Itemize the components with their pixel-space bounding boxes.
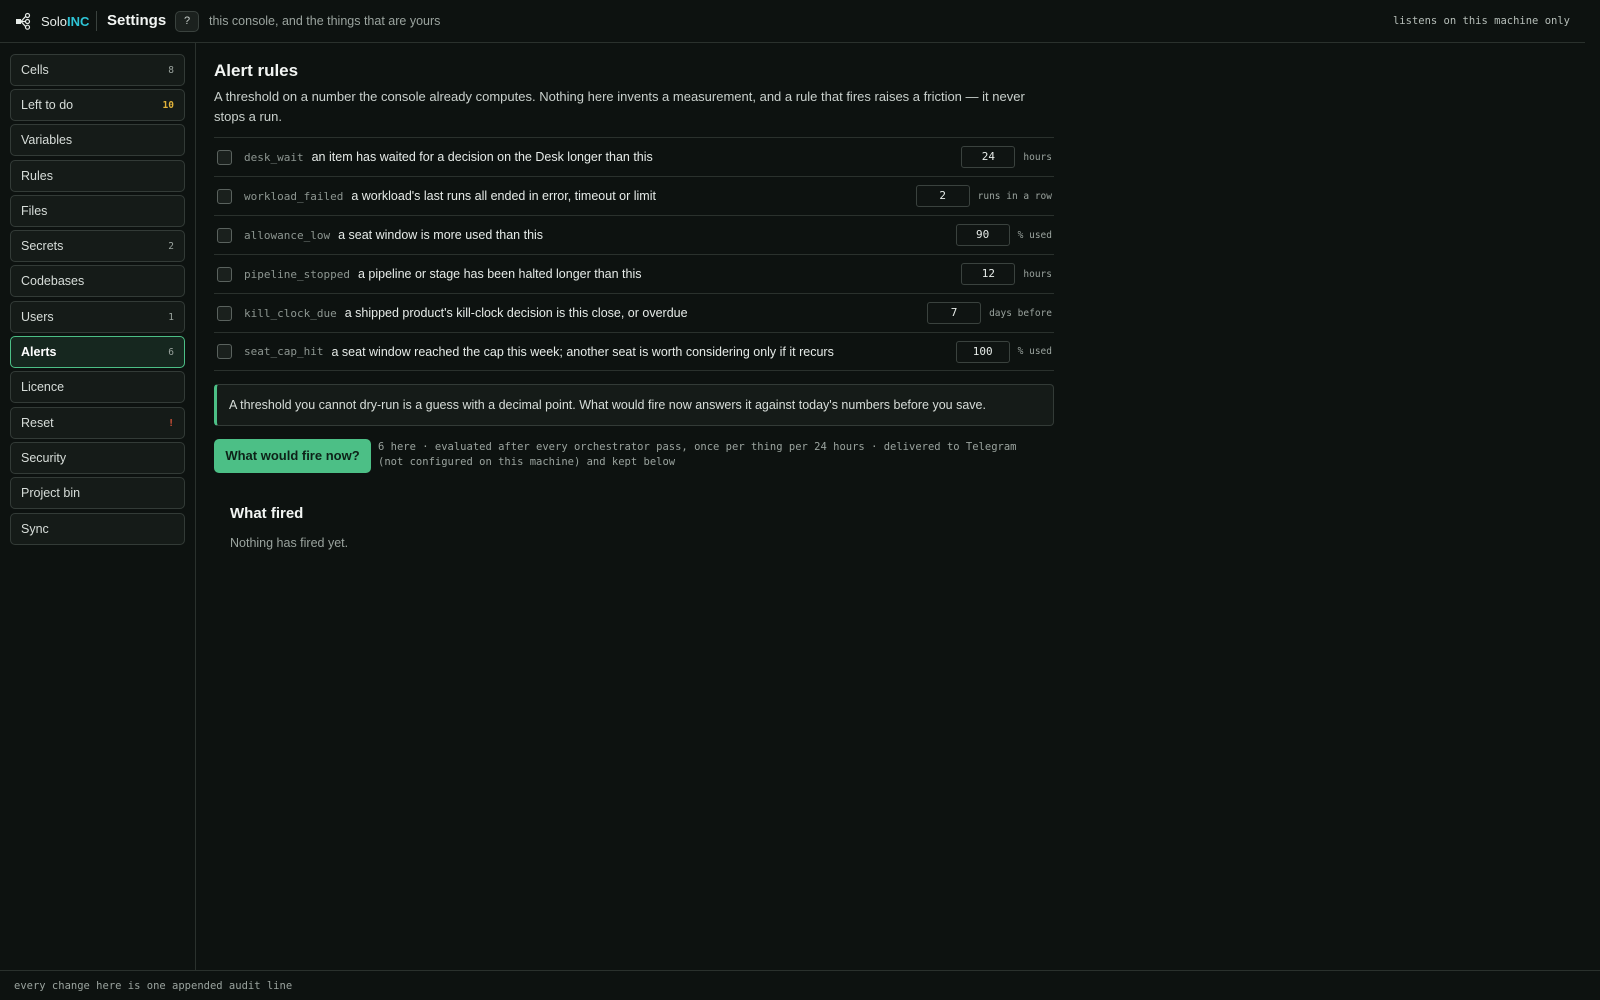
rule-key: kill_clock_due bbox=[244, 306, 337, 320]
rule-row-allowance-low: allowance_low a seat window is more used… bbox=[214, 215, 1054, 254]
rule-row-seat-cap-hit: seat_cap_hit a seat window reached the c… bbox=[214, 332, 1054, 371]
sidebar-item-label: Alerts bbox=[21, 345, 57, 359]
rule-threshold-input[interactable]: 2 bbox=[915, 185, 970, 207]
rule-unit: hours bbox=[1023, 268, 1052, 280]
rule-key: workload_failed bbox=[244, 189, 344, 203]
sidebar-item-label: Cells bbox=[21, 63, 49, 77]
rule-threshold-input[interactable]: 100 bbox=[955, 340, 1010, 363]
listen-note: listens on this machine only bbox=[1392, 15, 1570, 27]
rule-checkbox[interactable] bbox=[217, 305, 232, 321]
rule-threshold-input[interactable]: 7 bbox=[927, 302, 982, 324]
sidebar-item-label: Codebases bbox=[21, 274, 85, 288]
rule-checkbox[interactable] bbox=[217, 266, 232, 282]
rule-key: seat_cap_hit bbox=[244, 345, 324, 358]
section-title: Alert rules bbox=[214, 61, 299, 80]
sidebar-item-sync[interactable]: Sync bbox=[10, 513, 185, 545]
sidebar-item-label: Left to do bbox=[21, 98, 74, 112]
rule-unit: % used bbox=[1017, 346, 1052, 357]
fired-section-title: What fired bbox=[230, 505, 304, 522]
rule-unit: runs in a row bbox=[977, 190, 1052, 202]
sidebar-item-label: Files bbox=[21, 204, 48, 218]
sidebar-item-label: Reset bbox=[21, 416, 54, 430]
what-would-fire-button[interactable]: What would fire now? bbox=[214, 439, 371, 473]
sidebar-item-count: 1 bbox=[168, 311, 174, 323]
alert-rules-list: desk_wait an item has waited for a decis… bbox=[214, 137, 1054, 371]
sidebar-item-label: Secrets bbox=[21, 239, 64, 253]
rule-unit: hours bbox=[1023, 151, 1052, 163]
sidebar-item-project-bin[interactable]: Project bin bbox=[10, 477, 185, 509]
section-description: A threshold on a number the console alre… bbox=[214, 89, 1025, 124]
sidebar-item-label: Sync bbox=[21, 522, 49, 536]
top-bar: SoloINC Settings ? this console, and the… bbox=[0, 0, 1585, 43]
sidebar-item-alerts[interactable]: Alerts 6 bbox=[10, 336, 185, 368]
rule-checkbox[interactable] bbox=[217, 188, 232, 204]
rule-key: allowance_low bbox=[244, 228, 331, 242]
page-title: Settings bbox=[107, 12, 167, 29]
rule-unit: % used bbox=[1017, 229, 1052, 241]
rule-description: a seat window reached the cap this week;… bbox=[331, 344, 834, 359]
sidebar-item-variables[interactable]: Variables bbox=[10, 124, 185, 156]
callout-text: A threshold you cannot dry-run is a gues… bbox=[229, 398, 986, 412]
sidebar-item-label: Project bin bbox=[21, 486, 81, 500]
sidebar-item-count: 8 bbox=[168, 64, 174, 76]
rule-checkbox[interactable] bbox=[217, 149, 232, 165]
rule-checkbox[interactable] bbox=[217, 227, 232, 243]
rule-description: a shipped product's kill-clock decision … bbox=[344, 306, 688, 320]
page-tagline: this console, and the things that are yo… bbox=[209, 14, 441, 28]
rule-threshold-input[interactable]: 12 bbox=[961, 263, 1016, 285]
sidebar-item-security[interactable]: Security bbox=[10, 442, 185, 474]
sidebar-item-label: Licence bbox=[21, 380, 65, 394]
sidebar-item-licence[interactable]: Licence bbox=[10, 371, 185, 403]
brand-name: SoloINC bbox=[41, 14, 89, 29]
rule-checkbox[interactable] bbox=[217, 344, 232, 359]
audit-note: every change here is one appended audit … bbox=[14, 980, 293, 992]
rule-threshold-input[interactable]: 90 bbox=[955, 224, 1010, 246]
brand-inc: INC bbox=[67, 14, 90, 29]
rule-row-desk-wait: desk_wait an item has waited for a decis… bbox=[214, 137, 1054, 176]
fire-note: 6 here · evaluated after every orchestra… bbox=[378, 441, 1017, 468]
sidebar-item-count: 10 bbox=[162, 99, 174, 111]
sidebar-item-reset[interactable]: Reset ! bbox=[10, 407, 185, 439]
sidebar-item-count: 6 bbox=[168, 346, 174, 358]
rule-unit: days before bbox=[989, 307, 1052, 319]
dry-run-callout: A threshold you cannot dry-run is a gues… bbox=[214, 384, 1054, 426]
logo-icon bbox=[16, 12, 31, 30]
brand-solo: Solo bbox=[41, 14, 68, 29]
rule-description: a workload's last runs all ended in erro… bbox=[351, 189, 656, 203]
sidebar-item-count: 2 bbox=[168, 240, 174, 252]
fired-empty-state: Nothing has fired yet. bbox=[230, 536, 349, 550]
rule-key: desk_wait bbox=[244, 150, 304, 164]
rule-row-pipeline-stopped: pipeline_stopped a pipeline or stage has… bbox=[214, 254, 1054, 293]
sidebar-item-users[interactable]: Users 1 bbox=[10, 301, 185, 333]
sidebar-item-label: Rules bbox=[21, 169, 53, 183]
sidebar-item-label: Variables bbox=[21, 133, 73, 147]
sidebar: Cells 8 Left to do 10 Variables Rules Fi… bbox=[0, 43, 196, 971]
help-button[interactable]: ? bbox=[175, 11, 199, 32]
sidebar-item-secrets[interactable]: Secrets 2 bbox=[10, 230, 185, 262]
sidebar-item-files[interactable]: Files bbox=[10, 195, 185, 227]
rule-row-kill-clock-due: kill_clock_due a shipped product's kill-… bbox=[214, 293, 1054, 332]
sidebar-item-codebases[interactable]: Codebases bbox=[10, 265, 185, 297]
footer: every change here is one appended audit … bbox=[0, 970, 1600, 1000]
rule-key: pipeline_stopped bbox=[244, 267, 350, 281]
rule-description: a pipeline or stage has been halted long… bbox=[357, 267, 642, 281]
rule-description: a seat window is more used than this bbox=[338, 228, 544, 242]
header-divider bbox=[96, 11, 97, 31]
rule-description: an item has waited for a decision on the… bbox=[311, 150, 653, 164]
sidebar-item-left-to-do[interactable]: Left to do 10 bbox=[10, 89, 185, 121]
sidebar-item-count: ! bbox=[168, 417, 174, 429]
sidebar-item-label: Security bbox=[21, 451, 67, 465]
rule-threshold-input[interactable]: 24 bbox=[961, 146, 1016, 168]
rule-row-workload-failed: workload_failed a workload's last runs a… bbox=[214, 176, 1054, 215]
sidebar-item-cells[interactable]: Cells 8 bbox=[10, 54, 185, 86]
sidebar-item-label: Users bbox=[21, 310, 54, 324]
sidebar-item-rules[interactable]: Rules bbox=[10, 160, 185, 192]
